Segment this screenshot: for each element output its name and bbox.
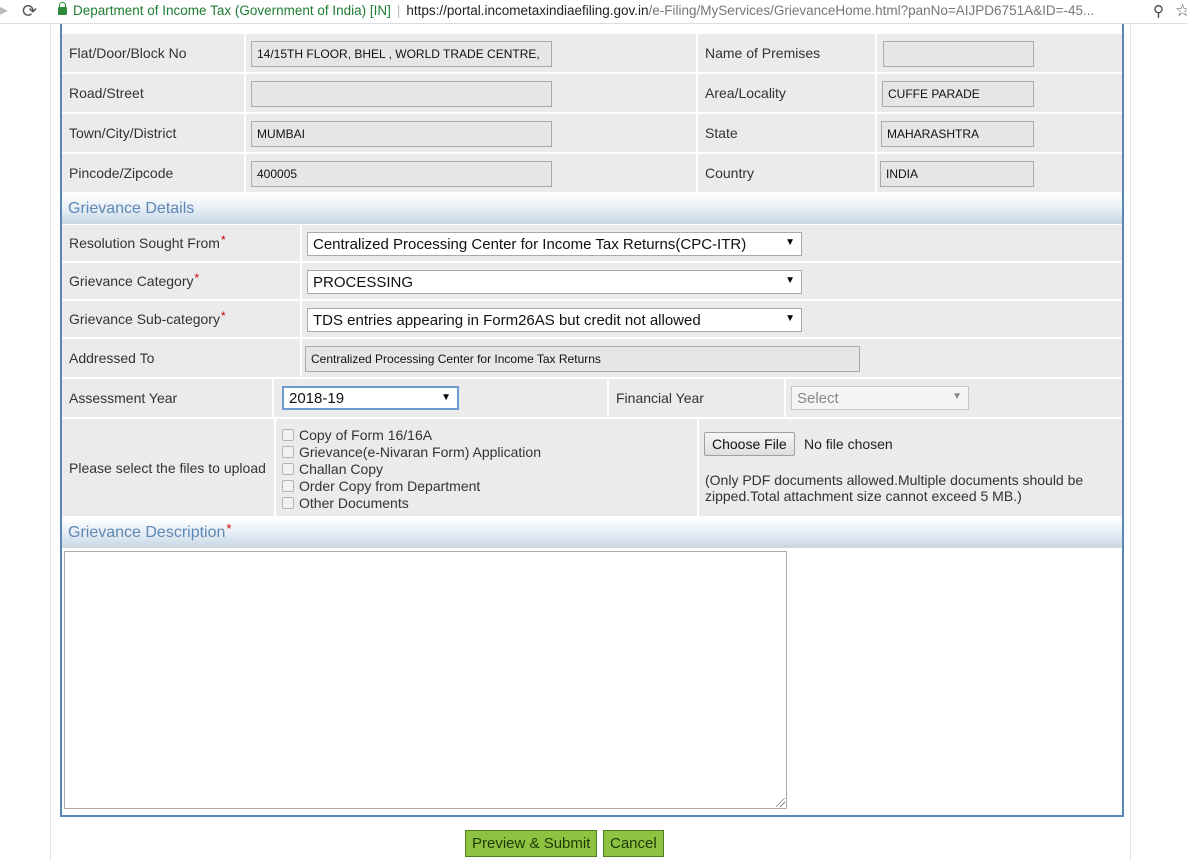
checkbox[interactable] — [282, 429, 294, 441]
country-field: INDIA — [880, 161, 1034, 187]
checkbox[interactable] — [282, 463, 294, 475]
bookmark-star-icon[interactable]: ☆ — [1175, 1, 1187, 21]
town-field: MUMBAI — [251, 121, 552, 147]
category-selected-value: PROCESSING — [313, 273, 414, 291]
resolution-label: Resolution Sought From — [69, 235, 220, 251]
checkbox[interactable] — [282, 480, 294, 492]
flat-label: Flat/Door/Block No — [69, 45, 187, 61]
assessment-year-label: Assessment Year — [69, 390, 178, 406]
site-identity: Department of Income Tax (Government of … — [73, 3, 391, 18]
required-mark: * — [194, 271, 200, 285]
required-mark: * — [220, 233, 226, 247]
url-path: /e-Filing/MyServices/GrievanceHome.html?… — [648, 3, 1095, 18]
grievance-details-header: Grievance Details — [62, 194, 1122, 224]
category-select[interactable]: PROCESSING ▼ — [307, 270, 802, 294]
upload-note: (Only PDF documents allowed.Multiple doc… — [705, 472, 1084, 504]
state-label: State — [705, 125, 738, 141]
browser-url-bar: ▸ ⟳ Department of Income Tax (Government… — [0, 0, 1187, 24]
address-separator: | — [396, 3, 401, 18]
financial-year-select[interactable]: Select ▼ — [791, 386, 969, 410]
area-field: CUFFE PARADE — [882, 81, 1034, 107]
subcategory-label: Grievance Sub-category — [69, 311, 220, 327]
forward-arrow-icon[interactable]: ▸ — [0, 2, 14, 20]
required-mark: * — [220, 309, 226, 323]
subcategory-select[interactable]: TDS entries appearing in Form26AS but cr… — [307, 308, 802, 332]
upload-option-label: Challan Copy — [299, 461, 384, 477]
upload-option-label: Order Copy from Department — [299, 478, 481, 494]
category-label: Grievance Category — [69, 273, 194, 289]
upload-option-order[interactable]: Order Copy from Department — [282, 478, 480, 494]
town-label: Town/City/District — [69, 125, 177, 141]
grievance-description-textarea[interactable] — [64, 551, 787, 809]
zoom-icon[interactable]: ⚲ — [1153, 2, 1164, 20]
upload-option-label: Grievance(e-Nivaran Form) Application — [299, 444, 541, 460]
upload-option-label: Copy of Form 16/16A — [299, 427, 433, 443]
dropdown-arrow-icon: ▼ — [785, 313, 795, 324]
cancel-button[interactable]: Cancel — [603, 830, 664, 857]
grievance-description-header: Grievance Description * — [62, 518, 1122, 548]
page-left-border — [50, 24, 51, 861]
upload-option-other[interactable]: Other Documents — [282, 495, 409, 511]
dropdown-arrow-icon: ▼ — [441, 392, 451, 403]
required-mark: * — [226, 521, 232, 536]
resolution-select[interactable]: Centralized Processing Center for Income… — [307, 232, 802, 256]
premises-label: Name of Premises — [705, 45, 821, 61]
no-file-chosen-text: No file chosen — [804, 436, 893, 452]
addressed-field: Centralized Processing Center for Income… — [305, 346, 860, 372]
preview-submit-button[interactable]: Preview & Submit — [465, 830, 598, 857]
pincode-field: 400005 — [251, 161, 552, 187]
grievance-description-title: Grievance Description — [68, 523, 226, 541]
page-right-border — [1130, 24, 1131, 861]
financial-year-value: Select — [797, 389, 839, 407]
financial-year-label: Financial Year — [616, 390, 704, 406]
resolution-selected-value: Centralized Processing Center for Income… — [313, 235, 747, 253]
road-field — [251, 81, 552, 107]
upload-option-challan[interactable]: Challan Copy — [282, 461, 383, 477]
upload-label: Please select the files to upload — [69, 459, 266, 476]
subcategory-selected-value: TDS entries appearing in Form26AS but cr… — [313, 311, 701, 329]
reload-icon[interactable]: ⟳ — [22, 1, 42, 21]
dropdown-arrow-icon: ▼ — [952, 391, 962, 402]
assessment-year-select[interactable]: 2018-19 ▼ — [282, 386, 459, 410]
resize-handle-icon[interactable] — [776, 798, 785, 807]
road-label: Road/Street — [69, 85, 144, 101]
lock-icon — [58, 2, 67, 15]
upload-option-label: Other Documents — [299, 495, 409, 511]
state-field: MAHARASHTRA — [881, 121, 1034, 147]
pincode-label: Pincode/Zipcode — [69, 165, 174, 181]
premises-field — [883, 41, 1034, 67]
upload-option-enivaran[interactable]: Grievance(e-Nivaran Form) Application — [282, 444, 541, 460]
area-label: Area/Locality — [705, 85, 786, 101]
dropdown-arrow-icon: ▼ — [785, 275, 795, 286]
checkbox[interactable] — [282, 497, 294, 509]
checkbox[interactable] — [282, 446, 294, 458]
addressed-label: Addressed To — [69, 350, 155, 366]
flat-field: 14/15TH FLOOR, BHEL , WORLD TRADE CENTRE… — [251, 41, 552, 67]
address-bar[interactable]: Department of Income Tax (Government of … — [58, 2, 1095, 18]
url-host: https://portal.incometaxindiaefiling.gov… — [406, 3, 649, 18]
country-label: Country — [705, 165, 755, 181]
upload-option-form16[interactable]: Copy of Form 16/16A — [282, 427, 432, 443]
choose-file-button[interactable]: Choose File — [704, 432, 795, 456]
grievance-details-title: Grievance Details — [68, 199, 195, 217]
dropdown-arrow-icon: ▼ — [785, 237, 795, 248]
assessment-year-value: 2018-19 — [289, 389, 345, 407]
